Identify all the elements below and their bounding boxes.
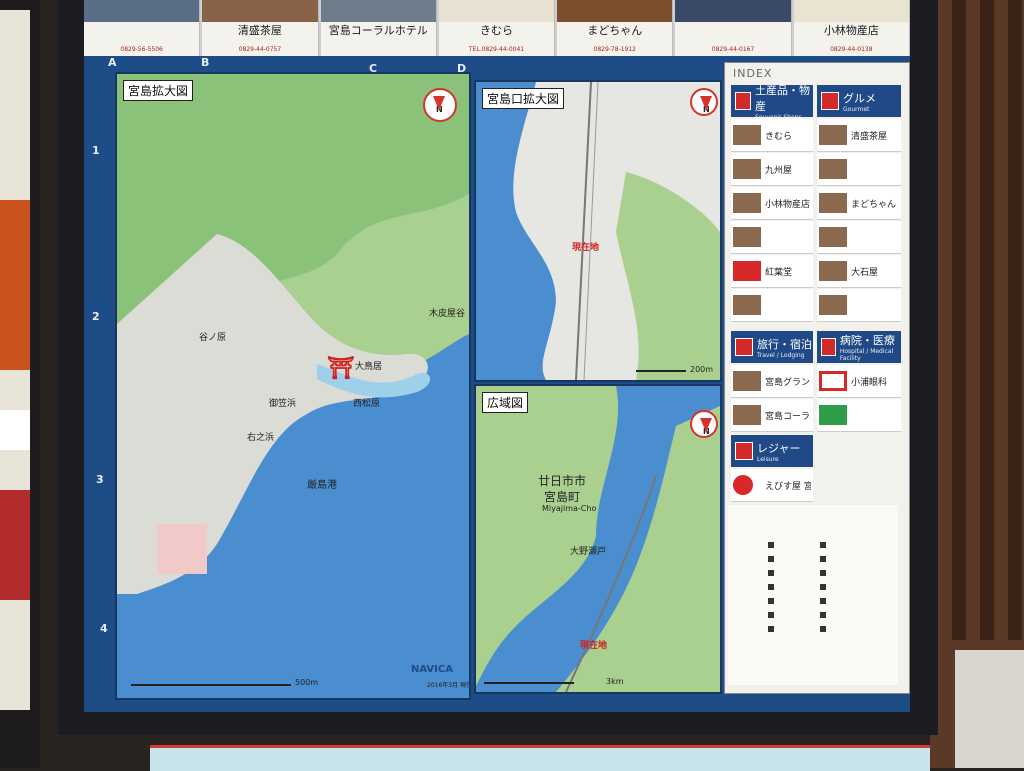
kobiyadani-label: 木皮屋谷: [429, 309, 466, 319]
legend-item: [820, 555, 829, 563]
list-item: 紅葉堂: [731, 255, 813, 288]
list-item: [731, 221, 813, 254]
legend-item: [768, 597, 777, 605]
navica-logo: NAVICA: [411, 664, 453, 675]
index-title: INDEX: [733, 67, 773, 80]
nishimatsubara-label: 西松原: [353, 399, 381, 409]
bed-icon: [735, 338, 753, 356]
miyajima-cho-en-label: Miyajima-Cho: [542, 504, 597, 513]
legend-item: [768, 569, 777, 577]
category-souvenir: 土産品・物産 Souvenir Shops: [731, 84, 813, 121]
miyajimaguchi-map: 宮島口拡大図 N 現在地 200m: [474, 80, 722, 382]
wide-current-location: 現在地: [580, 641, 608, 651]
legend-item: [820, 611, 829, 619]
hatsukaichi-label: 廿日市市: [538, 474, 587, 488]
category-gourmet: グルメ Gourmet: [817, 85, 901, 117]
ad-1: 0829-56-5506: [84, 0, 201, 56]
legend-item: [768, 541, 777, 549]
list-item: [817, 399, 901, 432]
list-item: [817, 153, 901, 186]
ad-5: まどちゃん 0829-78-1912: [557, 0, 674, 56]
miyajima-detail-map: 宮島拡大図 N ⛩ 大鳥居 厳島港 西松原 御笠浜 木皮屋谷 谷ノ原 右之浜 5…: [115, 72, 471, 700]
legend-item: [820, 597, 829, 605]
wide-north-arrow-icon: N: [690, 410, 718, 438]
grid-col-b: B: [201, 56, 210, 69]
legend-item: [768, 583, 777, 591]
ad-2: 清盛茶屋 0829-44-0757: [202, 0, 319, 56]
wide-scale-label: 3km: [606, 677, 624, 686]
port-map-drawing: [476, 82, 720, 380]
torii-icon: ⛩: [327, 356, 355, 381]
grid-row-4: 4: [100, 622, 108, 635]
otorii-label: 大鳥居: [355, 362, 383, 372]
legend-item: [820, 625, 829, 633]
list-item: 宮島グランドホテル: [731, 365, 813, 398]
port-north-arrow-icon: N: [690, 88, 718, 116]
legend-item: [768, 555, 777, 563]
list-item: まどちゃん: [817, 187, 901, 220]
uenohama-label: 右之浜: [247, 433, 275, 443]
list-item: きむら: [731, 119, 813, 152]
taninohara-label: 谷ノ原: [199, 333, 227, 343]
ono-strait-label: 大野瀬戸: [570, 547, 607, 557]
map-legend: [728, 505, 898, 685]
ad-7: 小林物産店 0829-44-0138: [793, 0, 910, 56]
list-item: 小浦眼科: [817, 365, 901, 398]
grid-row-1: 1: [92, 144, 100, 157]
ad-4: きむら TEL.0829-44-0041: [438, 0, 556, 56]
north-arrow-icon: N: [423, 88, 457, 122]
ad-6: 0829-44-0167: [675, 0, 792, 56]
itsukushima-port-label: 厳島港: [307, 480, 337, 491]
list-item: [731, 289, 813, 322]
category-medical: 病院・医療 Hospital / Medical Facility: [817, 331, 901, 363]
main-scale-label: 500m: [295, 678, 319, 687]
legend-item: [820, 541, 829, 549]
legend-item: [768, 611, 777, 619]
list-item: えびす屋 宮島: [731, 469, 813, 502]
map-date: 2016年3月 現在: [427, 682, 471, 689]
miyajima-map-drawing: [117, 74, 469, 594]
main-scale-bar: [131, 684, 291, 686]
lower-sign-edge: [150, 745, 930, 771]
grid-col-a: A: [108, 56, 117, 69]
legend-item: [820, 569, 829, 577]
port-current-location: 現在地: [572, 243, 600, 253]
grid-row-2: 2: [92, 310, 100, 323]
ad-strip: 0829-56-5506 清盛茶屋 0829-44-0757 宮島コーラルホテル …: [84, 0, 910, 56]
list-item: 大石屋: [817, 255, 901, 288]
wall-base: [955, 650, 1024, 768]
legend-item: [820, 583, 829, 591]
miyajima-cho-label: 宮島町: [544, 490, 581, 504]
port-scale-bar: [636, 370, 686, 372]
wide-scale-bar: [484, 682, 574, 684]
list-item: [817, 221, 901, 254]
list-item: 九州屋: [731, 153, 813, 186]
list-item: 小林物産店: [731, 187, 813, 220]
list-item: [817, 289, 901, 322]
wide-map-title: 広域図: [482, 392, 529, 413]
list-item: 宮島コーラルホテル: [731, 399, 813, 432]
category-travel: 旅行・宿泊 Travel / Lodging: [731, 331, 813, 363]
main-map-title: 宮島拡大図: [123, 80, 194, 101]
hospital-icon: [821, 338, 836, 356]
category-leisure: レジャー Leisure: [731, 435, 813, 467]
left-poster: [0, 10, 30, 710]
fork-knife-icon: [821, 92, 839, 110]
list-item: 清盛茶屋: [817, 119, 901, 152]
mikasahama-label: 御笠浜: [269, 399, 297, 409]
shopping-bag-icon: [735, 92, 752, 110]
grid-row-3: 3: [96, 473, 104, 486]
port-map-title: 宮島口拡大図: [482, 88, 565, 109]
wide-area-map: 広域図 N 廿日市市 宮島町 Miyajima-Cho 大野瀬戸 現在地 3km: [474, 384, 722, 694]
legend-item: [768, 625, 777, 633]
ad-3: 宮島コーラルホテル: [320, 0, 437, 56]
port-scale-label: 200m: [690, 365, 714, 374]
leisure-icon: [735, 442, 753, 460]
